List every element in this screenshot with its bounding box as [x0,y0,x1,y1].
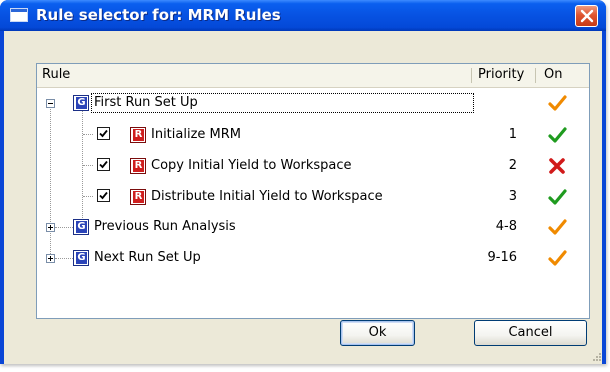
rule-enabled-checkbox[interactable] [97,189,110,202]
rule-icon: R [130,189,146,205]
rule-label: Distribute Initial Yield to Workspace [151,189,383,204]
tree-row-group[interactable]: G Previous Run Analysis 4-8 [37,212,589,243]
title-bar[interactable]: Rule selector for: MRM Rules [0,0,606,31]
group-label: First Run Set Up [94,95,198,110]
rule-icon: R [130,158,146,174]
checkmark-icon [99,160,108,169]
rule-icon: R [130,127,146,143]
collapse-toggle-icon[interactable] [46,99,55,108]
expand-toggle-icon[interactable] [46,223,55,232]
group-label: Previous Run Analysis [94,219,236,234]
group-icon: G [73,250,89,266]
priority-value: 2 [508,158,517,173]
group-icon: G [73,219,89,235]
rule-label: Copy Initial Yield to Workspace [151,158,352,173]
partial-check-icon[interactable] [547,217,567,237]
priority-value: 1 [508,127,517,142]
group-label: Next Run Set Up [94,250,201,265]
partial-check-icon[interactable] [547,248,567,268]
rule-enabled-checkbox[interactable] [97,158,110,171]
rule-label: Initialize MRM [151,127,242,142]
close-button[interactable] [575,5,598,27]
dialog-body: Rule Priority On G First Run Set Up R In… [4,31,602,364]
enabled-check-icon[interactable] [547,187,567,207]
tree-row-rule[interactable]: R Distribute Initial Yield to Workspace … [37,181,589,212]
tree-row-rule[interactable]: R Copy Initial Yield to Workspace 2 [37,150,589,181]
checkmark-icon [99,129,108,138]
resize-grip-icon[interactable] [592,352,602,362]
list-header: Rule Priority On [37,64,589,88]
tree-row-group[interactable]: G Next Run Set Up 9-16 [37,243,589,274]
rule-enabled-checkbox[interactable] [97,127,110,140]
column-header-rule[interactable]: Rule [37,64,471,86]
close-icon [580,9,594,23]
tree-row-rule[interactable]: R Initialize MRM 1 [37,119,589,150]
dialog-window: Rule selector for: MRM Rules Rule Priori… [0,0,606,364]
group-icon: G [73,95,89,111]
checkmark-icon [99,191,108,200]
expand-toggle-icon[interactable] [46,254,55,263]
column-header-priority[interactable]: Priority [472,64,535,86]
column-header-on[interactable]: On [536,64,589,86]
window-icon [10,8,28,22]
ok-button[interactable]: Ok [340,320,415,346]
priority-value: 4-8 [495,219,517,234]
priority-value: 9-16 [487,250,517,265]
cancel-button[interactable]: Cancel [474,320,587,346]
tree-row-group[interactable]: G First Run Set Up [37,88,589,119]
rule-tree-list[interactable]: Rule Priority On G First Run Set Up R In… [36,63,590,319]
disabled-cross-icon[interactable] [547,156,567,176]
priority-value: 3 [508,189,517,204]
partial-check-icon[interactable] [547,93,567,113]
enabled-check-icon[interactable] [547,125,567,145]
window-title: Rule selector for: MRM Rules [36,6,281,24]
